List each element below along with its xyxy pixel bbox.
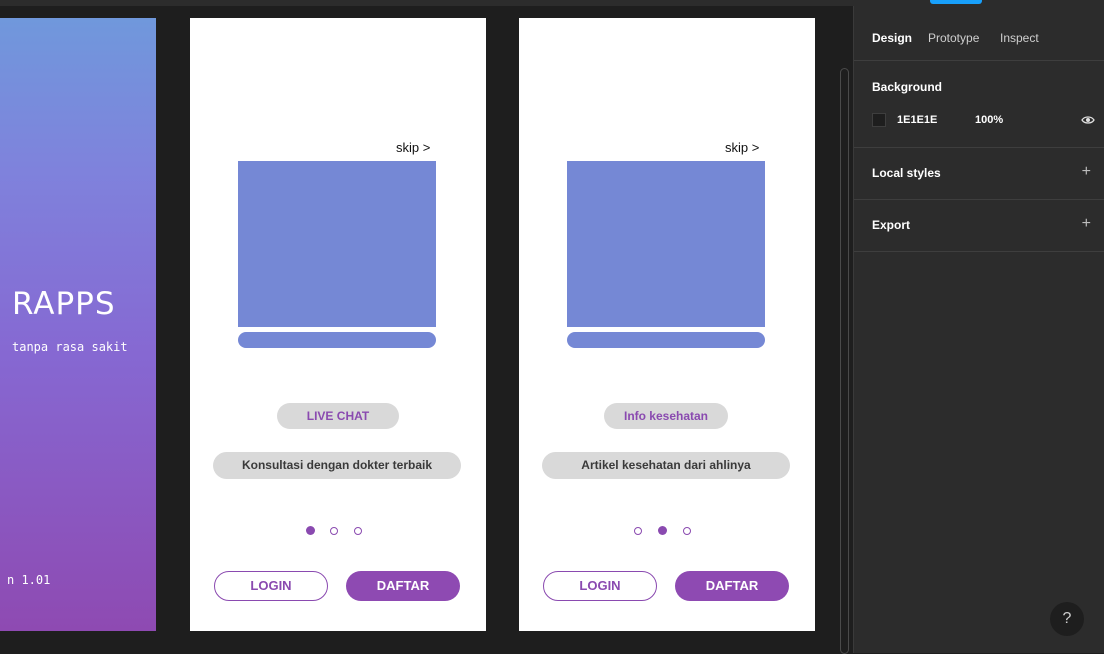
image-placeholder [238, 161, 436, 327]
app-title: RAPPS [12, 286, 116, 322]
background-title: Background [872, 80, 943, 94]
page-indicator [519, 526, 815, 538]
daftar-button[interactable]: DAFTAR [346, 571, 460, 601]
export-title: Export [872, 218, 911, 232]
page-indicator [190, 526, 486, 538]
tab-inspect[interactable]: Inspect [1000, 31, 1039, 45]
eye-icon[interactable] [1081, 114, 1095, 126]
splash-frame[interactable]: RAPPS tanpa rasa sakit n 1.01 [0, 18, 156, 631]
feature-heading: Info kesehatan [604, 403, 728, 429]
daftar-button[interactable]: DAFTAR [675, 571, 789, 601]
onboarding-frame-2[interactable]: skip > Info kesehatan Artikel kesehatan … [519, 18, 815, 631]
local-styles-section: Local styles + [854, 147, 1104, 200]
background-hex-value[interactable]: 1E1E1E [897, 114, 937, 126]
canvas-scrollbar[interactable] [840, 68, 849, 654]
skip-link[interactable]: skip > [725, 140, 759, 155]
page-dot[interactable] [634, 527, 642, 535]
design-canvas[interactable]: RAPPS tanpa rasa sakit n 1.01 skip > LIV… [0, 6, 852, 654]
page-dot-active[interactable] [306, 526, 315, 535]
background-section: Background [854, 60, 1104, 148]
onboarding-frame-1[interactable]: skip > LIVE CHAT Konsultasi dengan dokte… [190, 18, 486, 631]
image-caption-bar [238, 332, 436, 348]
login-button[interactable]: LOGIN [543, 571, 657, 601]
feature-subtitle: Artikel kesehatan dari ahlinya [542, 452, 790, 479]
active-indicator [930, 0, 982, 4]
tab-prototype[interactable]: Prototype [928, 31, 979, 45]
background-color-swatch[interactable] [872, 113, 886, 127]
image-caption-bar [567, 332, 765, 348]
skip-link[interactable]: skip > [396, 140, 430, 155]
help-button[interactable]: ? [1050, 602, 1084, 636]
add-export-icon[interactable]: + [1082, 216, 1091, 232]
image-placeholder [567, 161, 765, 327]
feature-heading: LIVE CHAT [277, 403, 399, 429]
login-button[interactable]: LOGIN [214, 571, 328, 601]
page-dot[interactable] [683, 527, 691, 535]
app-version: n 1.01 [7, 573, 51, 587]
feature-subtitle: Konsultasi dengan dokter terbaik [213, 452, 461, 479]
panel-tabs: Design Prototype Inspect [854, 6, 1104, 61]
export-section: Export + [854, 199, 1104, 252]
page-dot[interactable] [330, 527, 338, 535]
properties-panel: Design Prototype Inspect Background 1E1E… [853, 6, 1104, 653]
page-dot[interactable] [354, 527, 362, 535]
tab-design[interactable]: Design [872, 31, 912, 45]
background-opacity-value[interactable]: 100% [975, 114, 1003, 126]
add-local-style-icon[interactable]: + [1082, 164, 1091, 180]
local-styles-title: Local styles [872, 166, 941, 180]
app-tagline: tanpa rasa sakit [12, 340, 128, 354]
page-dot-active[interactable] [658, 526, 667, 535]
